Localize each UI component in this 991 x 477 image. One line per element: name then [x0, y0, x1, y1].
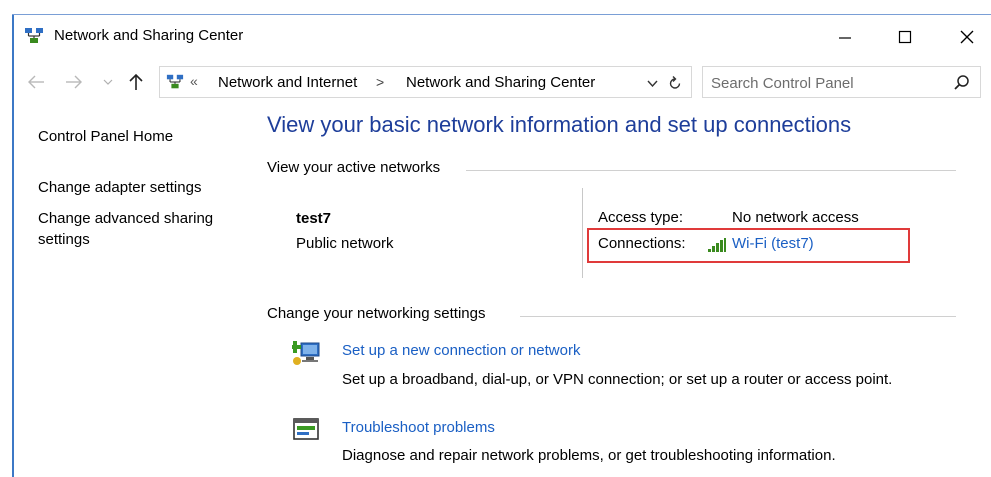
- access-type-label: Access type:: [598, 209, 684, 226]
- back-button[interactable]: [24, 70, 48, 94]
- troubleshoot-problems-link[interactable]: Troubleshoot problems: [342, 419, 495, 436]
- minimize-button[interactable]: [822, 21, 868, 53]
- section-divider: [466, 170, 956, 171]
- navigation-bar: « Network and Internet > Network and Sha…: [14, 64, 991, 100]
- minimize-icon: [839, 37, 851, 39]
- setup-new-connection-link[interactable]: Set up a new connection or network: [342, 342, 580, 359]
- window-title: Network and Sharing Center: [54, 27, 244, 44]
- network-name: test7: [296, 210, 332, 227]
- connections-label: Connections:: [598, 235, 686, 252]
- section-divider: [520, 316, 956, 317]
- page-title: View your basic network information and …: [267, 112, 852, 137]
- sidebar-item-change-advanced-sharing-settings[interactable]: Change advanced sharing settings: [38, 208, 243, 250]
- sidebar-item-control-panel-home[interactable]: Control Panel Home: [38, 126, 173, 147]
- main-content: View your basic network information and …: [250, 100, 991, 477]
- breadcrumb-overflow[interactable]: «: [190, 73, 198, 89]
- close-icon: [960, 30, 974, 44]
- new-connection-icon[interactable]: [289, 337, 322, 367]
- chevron-down-icon: [646, 80, 658, 87]
- maximize-button[interactable]: [882, 21, 928, 53]
- refresh-icon: [669, 76, 681, 89]
- address-bar[interactable]: « Network and Internet > Network and Sha…: [159, 66, 692, 98]
- network-center-icon: [24, 27, 44, 45]
- network-category: Public network: [296, 235, 394, 252]
- refresh-button[interactable]: [666, 73, 684, 93]
- up-button[interactable]: [124, 70, 148, 94]
- forward-arrow-icon: [66, 75, 82, 89]
- chevron-down-icon: [103, 79, 113, 85]
- maximize-icon: [898, 30, 912, 44]
- setup-new-connection-description: Set up a broadband, dial-up, or VPN conn…: [342, 371, 893, 388]
- left-navigation-pane: Control Panel Home Change adapter settin…: [14, 100, 249, 477]
- change-settings-heading: Change your networking settings: [267, 305, 486, 322]
- active-networks-heading: View your active networks: [267, 159, 441, 176]
- breadcrumb-network-sharing-center[interactable]: Network and Sharing Center: [406, 74, 595, 91]
- sidebar-item-change-adapter-settings[interactable]: Change adapter settings: [38, 177, 201, 198]
- recent-locations-button[interactable]: [100, 72, 116, 92]
- troubleshoot-icon[interactable]: [292, 415, 322, 445]
- breadcrumb-network-and-internet[interactable]: Network and Internet: [218, 74, 357, 91]
- search-box[interactable]: [702, 66, 981, 98]
- back-arrow-icon: [28, 75, 44, 89]
- forward-button[interactable]: [62, 70, 86, 94]
- access-type-value: No network access: [732, 209, 859, 226]
- troubleshoot-problems-description: Diagnose and repair network problems, or…: [342, 447, 836, 464]
- address-dropdown-button[interactable]: [644, 73, 660, 93]
- up-arrow-icon: [129, 73, 143, 90]
- close-button[interactable]: [944, 21, 990, 53]
- breadcrumb-separator[interactable]: >: [376, 74, 384, 90]
- title-bar[interactable]: Network and Sharing Center: [14, 15, 991, 57]
- wifi-connection-link[interactable]: Wi-Fi (test7): [732, 235, 814, 252]
- network-center-icon: [166, 73, 184, 91]
- network-sharing-center-window: Network and Sharing Center « Network and…: [0, 0, 991, 477]
- search-input[interactable]: [711, 72, 941, 94]
- search-icon[interactable]: [953, 74, 971, 92]
- wifi-signal-icon: [707, 237, 727, 253]
- network-details-divider: [582, 188, 583, 278]
